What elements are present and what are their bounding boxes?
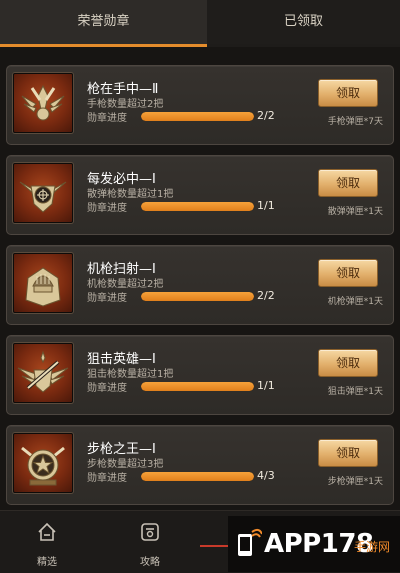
- medal-progress-count: 1/1: [257, 199, 275, 212]
- guide-icon: [141, 523, 159, 541]
- medal-progress-label: 勋章进度: [87, 203, 127, 214]
- medal-requirement: 机枪数量超过2把: [87, 279, 164, 290]
- home-icon: [38, 522, 56, 541]
- tab-honor-medals[interactable]: 荣誉勋章: [0, 0, 207, 44]
- pistol-wings-medal-icon: [13, 73, 73, 133]
- crosshair-medal-icon: [13, 163, 73, 223]
- medal-progress-count: 2/2: [257, 289, 275, 302]
- medal-reward: 狙击弹匣*1天: [327, 387, 383, 397]
- medal-progress-bar: [141, 292, 254, 301]
- sniper-wings-medal-icon: [13, 343, 73, 403]
- medal-progress-count: 4/3: [257, 469, 275, 482]
- claim-button[interactable]: 领取: [318, 259, 378, 287]
- claim-button[interactable]: 领取: [318, 79, 378, 107]
- medal-progress-count: 1/1: [257, 379, 275, 392]
- medal-requirement: 狙击枪数量超过1把: [87, 369, 174, 380]
- medal-card: 狙击英雄—Ⅰ 狙击枪数量超过1把 勋章进度 1/1 领取 狙击弹匣*1天: [6, 335, 394, 415]
- nav-featured[interactable]: 精选: [17, 511, 77, 573]
- progress-fill: [141, 472, 254, 481]
- helmet-medal-icon: [13, 253, 73, 313]
- medal-list: 枪在手中—Ⅱ 手枪数量超过2把 勋章进度 2/2 领取 手枪弹匣*7天 每发必中…: [0, 47, 400, 510]
- progress-fill: [141, 292, 254, 301]
- progress-fill: [141, 202, 254, 211]
- nav-guide-label: 攻略: [140, 557, 160, 568]
- watermark-site: 手游网: [354, 540, 391, 554]
- medal-card: 每发必中—Ⅰ 散弹枪数量超过1把 勋章进度 1/1 领取 散弹弹匣*1天: [6, 155, 394, 235]
- progress-fill: [141, 382, 254, 391]
- nav-featured-label: 精选: [37, 557, 57, 568]
- medal-progress-bar: [141, 472, 254, 481]
- rifle-star-medal-icon: [13, 433, 73, 493]
- claim-button[interactable]: 领取: [318, 169, 378, 197]
- medal-progress-bar: [141, 382, 254, 391]
- phone-signal-icon: [238, 528, 262, 556]
- medal-progress-label: 勋章进度: [87, 113, 127, 124]
- tab-claimed[interactable]: 已领取: [207, 0, 400, 44]
- medal-progress-bar: [141, 112, 254, 121]
- medal-card: 枪在手中—Ⅱ 手枪数量超过2把 勋章进度 2/2 领取 手枪弹匣*7天: [6, 65, 394, 145]
- medal-reward: 机枪弹匣*1天: [327, 297, 383, 307]
- medal-reward: 散弹弹匣*1天: [327, 207, 383, 217]
- nav-guide[interactable]: 攻略: [120, 511, 180, 573]
- medal-requirement: 散弹枪数量超过1把: [87, 189, 174, 200]
- medal-progress-bar: [141, 202, 254, 211]
- progress-fill: [141, 112, 254, 121]
- medal-reward: 步枪弹匣*1天: [327, 477, 383, 487]
- medal-requirement: 手枪数量超过2把: [87, 99, 164, 110]
- medal-progress-label: 勋章进度: [87, 473, 127, 484]
- medal-reward: 手枪弹匣*7天: [327, 117, 383, 127]
- medal-card: 步枪之王—Ⅰ 步枪数量超过3把 勋章进度 4/3 领取 步枪弹匣*1天: [6, 425, 394, 505]
- site-watermark: APP178 手游网: [228, 516, 400, 572]
- medal-progress-label: 勋章进度: [87, 383, 127, 394]
- tab-bar: 荣誉勋章 已领取: [0, 0, 400, 47]
- claim-button[interactable]: 领取: [318, 439, 378, 467]
- claim-button[interactable]: 领取: [318, 349, 378, 377]
- medal-requirement: 步枪数量超过3把: [87, 459, 164, 470]
- medal-card: 机枪扫射—Ⅰ 机枪数量超过2把 勋章进度 2/2 领取 机枪弹匣*1天: [6, 245, 394, 325]
- medal-progress-count: 2/2: [257, 109, 275, 122]
- medal-progress-label: 勋章进度: [87, 293, 127, 304]
